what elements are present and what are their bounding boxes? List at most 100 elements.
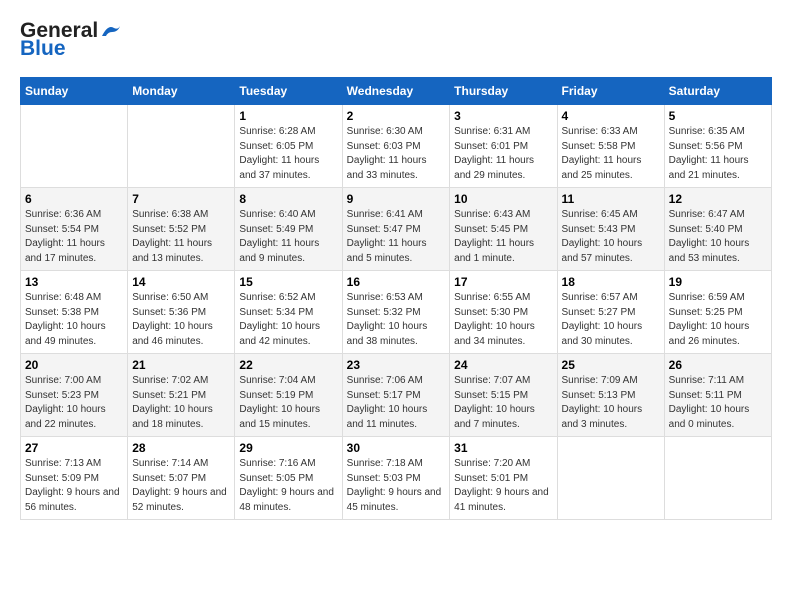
calendar-cell: 22Sunrise: 7:04 AM Sunset: 5:19 PM Dayli… <box>235 354 342 437</box>
calendar-header-row: SundayMondayTuesdayWednesdayThursdayFrid… <box>21 78 772 105</box>
calendar-cell: 6Sunrise: 6:36 AM Sunset: 5:54 PM Daylig… <box>21 188 128 271</box>
logo: General Blue <box>20 20 122 61</box>
weekday-header: Tuesday <box>235 78 342 105</box>
day-info: Sunrise: 6:53 AM Sunset: 5:32 PM Dayligh… <box>347 291 446 349</box>
calendar-cell: 4 Sunrise: 6:33 AM Sunset: 5:58 PM Daylig… <box>557 105 664 188</box>
day-number: 9 <box>347 192 446 206</box>
calendar-cell: 1Sunrise: 6:28 AM Sunset: 6:05 PM Daylig… <box>235 105 342 188</box>
calendar-cell: 14Sunrise: 6:50 AM Sunset: 5:36 PM Dayli… <box>128 271 235 354</box>
day-info: Sunrise: 6:35 AM Sunset: 5:56 PM Dayligh… <box>669 125 767 183</box>
calendar-cell: 23 Sunrise: 7:06 AM Sunset: 5:17 PM Dayli… <box>342 354 450 437</box>
day-info: Sunrise: 7:16 AM Sunset: 5:05 PM Dayligh… <box>239 457 337 515</box>
calendar-week-row: 6Sunrise: 6:36 AM Sunset: 5:54 PM Daylig… <box>21 188 772 271</box>
day-info: Sunrise: 6:55 AM Sunset: 5:30 PM Dayligh… <box>454 291 552 349</box>
calendar-cell <box>128 105 235 188</box>
day-info: Sunrise: 6:38 AM Sunset: 5:52 PM Dayligh… <box>132 208 230 266</box>
day-info: Sunrise: 7:06 AM Sunset: 5:17 PM Dayligh… <box>347 374 446 432</box>
calendar-cell: 10 Sunrise: 6:43 AM Sunset: 5:45 PM Dayli… <box>450 188 557 271</box>
day-info: Sunrise: 6:40 AM Sunset: 5:49 PM Dayligh… <box>239 208 337 266</box>
day-info: Sunrise: 6:33 AM Sunset: 5:58 PM Dayligh… <box>562 125 660 183</box>
day-number: 13 <box>25 275 123 289</box>
day-info: Sunrise: 7:07 AM Sunset: 5:15 PM Dayligh… <box>454 374 552 432</box>
day-info: Sunrise: 6:59 AM Sunset: 5:25 PM Dayligh… <box>669 291 767 349</box>
calendar-cell: 16Sunrise: 6:53 AM Sunset: 5:32 PM Dayli… <box>342 271 450 354</box>
calendar-cell: 18 Sunrise: 6:57 AM Sunset: 5:27 PM Dayli… <box>557 271 664 354</box>
calendar-cell <box>557 437 664 520</box>
page-header: General Blue <box>20 20 772 61</box>
calendar-cell: 29 Sunrise: 7:16 AM Sunset: 5:05 PM Dayli… <box>235 437 342 520</box>
day-info: Sunrise: 7:14 AM Sunset: 5:07 PM Dayligh… <box>132 457 230 515</box>
calendar-cell: 3 Sunrise: 6:31 AM Sunset: 6:01 PM Daylig… <box>450 105 557 188</box>
calendar-cell: 24 Sunrise: 7:07 AM Sunset: 5:15 PM Dayli… <box>450 354 557 437</box>
day-number: 31 <box>454 441 552 455</box>
day-number: 24 <box>454 358 552 372</box>
day-number: 27 <box>25 441 123 455</box>
calendar-body: 1Sunrise: 6:28 AM Sunset: 6:05 PM Daylig… <box>21 105 772 520</box>
calendar-cell: 13 Sunrise: 6:48 AM Sunset: 5:38 PM Dayli… <box>21 271 128 354</box>
day-info: Sunrise: 6:30 AM Sunset: 6:03 PM Dayligh… <box>347 125 446 183</box>
calendar-cell: 25Sunrise: 7:09 AM Sunset: 5:13 PM Dayli… <box>557 354 664 437</box>
day-info: Sunrise: 6:52 AM Sunset: 5:34 PM Dayligh… <box>239 291 337 349</box>
calendar-table: SundayMondayTuesdayWednesdayThursdayFrid… <box>20 77 772 520</box>
day-info: Sunrise: 7:11 AM Sunset: 5:11 PM Dayligh… <box>669 374 767 432</box>
day-info: Sunrise: 7:04 AM Sunset: 5:19 PM Dayligh… <box>239 374 337 432</box>
calendar-cell: 26 Sunrise: 7:11 AM Sunset: 5:11 PM Dayli… <box>664 354 771 437</box>
day-info: Sunrise: 6:45 AM Sunset: 5:43 PM Dayligh… <box>562 208 660 266</box>
weekday-header: Thursday <box>450 78 557 105</box>
calendar-cell <box>21 105 128 188</box>
weekday-header: Saturday <box>664 78 771 105</box>
day-number: 15 <box>239 275 337 289</box>
day-info: Sunrise: 7:13 AM Sunset: 5:09 PM Dayligh… <box>25 457 123 515</box>
day-info: Sunrise: 6:48 AM Sunset: 5:38 PM Dayligh… <box>25 291 123 349</box>
day-info: Sunrise: 7:02 AM Sunset: 5:21 PM Dayligh… <box>132 374 230 432</box>
calendar-cell: 12 Sunrise: 6:47 AM Sunset: 5:40 PM Dayli… <box>664 188 771 271</box>
calendar-cell: 9 Sunrise: 6:41 AM Sunset: 5:47 PM Daylig… <box>342 188 450 271</box>
calendar-week-row: 13 Sunrise: 6:48 AM Sunset: 5:38 PM Dayli… <box>21 271 772 354</box>
day-number: 3 <box>454 109 552 123</box>
weekday-header: Wednesday <box>342 78 450 105</box>
day-number: 7 <box>132 192 230 206</box>
day-number: 23 <box>347 358 446 372</box>
day-info: Sunrise: 6:47 AM Sunset: 5:40 PM Dayligh… <box>669 208 767 266</box>
day-number: 17 <box>454 275 552 289</box>
logo-bird-icon <box>100 22 122 40</box>
day-info: Sunrise: 6:43 AM Sunset: 5:45 PM Dayligh… <box>454 208 552 266</box>
day-info: Sunrise: 7:09 AM Sunset: 5:13 PM Dayligh… <box>562 374 660 432</box>
calendar-cell: 27 Sunrise: 7:13 AM Sunset: 5:09 PM Dayli… <box>21 437 128 520</box>
day-info: Sunrise: 7:20 AM Sunset: 5:01 PM Dayligh… <box>454 457 552 515</box>
weekday-header: Friday <box>557 78 664 105</box>
day-number: 26 <box>669 358 767 372</box>
day-info: Sunrise: 7:00 AM Sunset: 5:23 PM Dayligh… <box>25 374 123 432</box>
calendar-cell: 31 Sunrise: 7:20 AM Sunset: 5:01 PM Dayli… <box>450 437 557 520</box>
calendar-cell: 30Sunrise: 7:18 AM Sunset: 5:03 PM Dayli… <box>342 437 450 520</box>
day-number: 4 <box>562 109 660 123</box>
calendar-cell: 11 Sunrise: 6:45 AM Sunset: 5:43 PM Dayli… <box>557 188 664 271</box>
calendar-cell: 20 Sunrise: 7:00 AM Sunset: 5:23 PM Dayli… <box>21 354 128 437</box>
calendar-cell: 5Sunrise: 6:35 AM Sunset: 5:56 PM Daylig… <box>664 105 771 188</box>
calendar-cell: 21Sunrise: 7:02 AM Sunset: 5:21 PM Dayli… <box>128 354 235 437</box>
calendar-cell: 7 Sunrise: 6:38 AM Sunset: 5:52 PM Daylig… <box>128 188 235 271</box>
day-info: Sunrise: 7:18 AM Sunset: 5:03 PM Dayligh… <box>347 457 446 515</box>
calendar-cell: 19Sunrise: 6:59 AM Sunset: 5:25 PM Dayli… <box>664 271 771 354</box>
day-number: 28 <box>132 441 230 455</box>
calendar-week-row: 1Sunrise: 6:28 AM Sunset: 6:05 PM Daylig… <box>21 105 772 188</box>
calendar-cell: 28 Sunrise: 7:14 AM Sunset: 5:07 PM Dayli… <box>128 437 235 520</box>
day-info: Sunrise: 6:31 AM Sunset: 6:01 PM Dayligh… <box>454 125 552 183</box>
day-info: Sunrise: 6:50 AM Sunset: 5:36 PM Dayligh… <box>132 291 230 349</box>
weekday-header: Monday <box>128 78 235 105</box>
day-info: Sunrise: 6:41 AM Sunset: 5:47 PM Dayligh… <box>347 208 446 266</box>
calendar-cell: 17 Sunrise: 6:55 AM Sunset: 5:30 PM Dayli… <box>450 271 557 354</box>
day-number: 2 <box>347 109 446 123</box>
day-info: Sunrise: 6:57 AM Sunset: 5:27 PM Dayligh… <box>562 291 660 349</box>
day-number: 20 <box>25 358 123 372</box>
day-number: 29 <box>239 441 337 455</box>
day-number: 11 <box>562 192 660 206</box>
calendar-cell <box>664 437 771 520</box>
day-number: 8 <box>239 192 337 206</box>
day-info: Sunrise: 6:36 AM Sunset: 5:54 PM Dayligh… <box>25 208 123 266</box>
calendar-week-row: 27 Sunrise: 7:13 AM Sunset: 5:09 PM Dayli… <box>21 437 772 520</box>
day-number: 18 <box>562 275 660 289</box>
day-number: 12 <box>669 192 767 206</box>
calendar-cell: 8 Sunrise: 6:40 AM Sunset: 5:49 PM Daylig… <box>235 188 342 271</box>
day-number: 10 <box>454 192 552 206</box>
